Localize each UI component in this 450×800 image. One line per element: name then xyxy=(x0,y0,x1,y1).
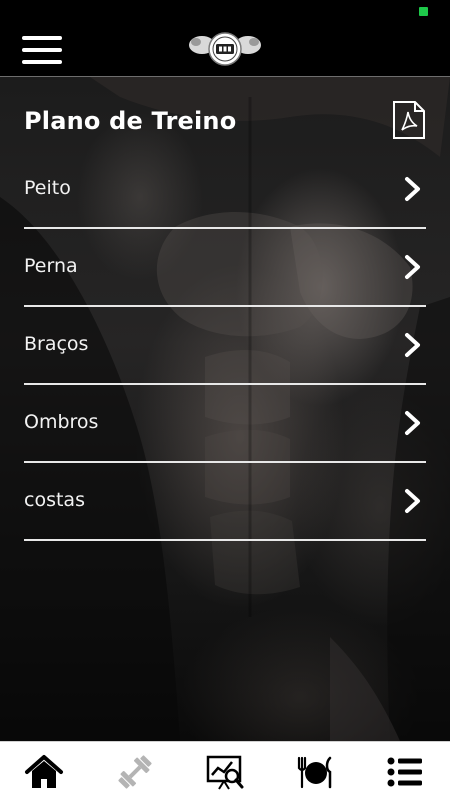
list-item-label: Braços xyxy=(24,333,89,355)
chevron-right-icon xyxy=(405,333,420,357)
status-bar xyxy=(0,0,450,24)
workout-plan-list: Peito Perna Braços Ombros costas xyxy=(24,151,426,541)
background-image: Plano de Treino Peito Perna Braços Ombro… xyxy=(0,77,450,741)
assessment-chart-icon[interactable] xyxy=(205,754,245,790)
list-item-ombros[interactable]: Ombros xyxy=(24,385,426,463)
home-icon[interactable] xyxy=(24,754,64,790)
list-item-label: Perna xyxy=(24,255,78,277)
chevron-right-icon xyxy=(405,255,420,279)
meal-plate-icon[interactable] xyxy=(295,754,335,790)
list-item-label: Ombros xyxy=(24,411,99,433)
hamburger-menu-icon[interactable] xyxy=(22,36,62,64)
list-item-label: costas xyxy=(24,489,85,511)
bottom-navigation xyxy=(0,741,450,800)
chevron-right-icon xyxy=(405,177,420,201)
list-item-label: Peito xyxy=(24,177,71,199)
chevron-right-icon xyxy=(405,411,420,435)
list-item-costas[interactable]: costas xyxy=(24,463,426,541)
gym-logo xyxy=(189,32,261,66)
app-header xyxy=(0,24,450,76)
list-item-perna[interactable]: Perna xyxy=(24,229,426,307)
page-title: Plano de Treino xyxy=(24,107,237,135)
pdf-file-icon[interactable] xyxy=(392,101,426,139)
chevron-right-icon xyxy=(405,489,420,513)
list-item-bracos[interactable]: Braços xyxy=(24,307,426,385)
battery-icon xyxy=(419,7,428,16)
list-icon[interactable] xyxy=(385,754,425,790)
dumbbell-icon[interactable] xyxy=(115,754,155,790)
list-item-peito[interactable]: Peito xyxy=(24,151,426,229)
